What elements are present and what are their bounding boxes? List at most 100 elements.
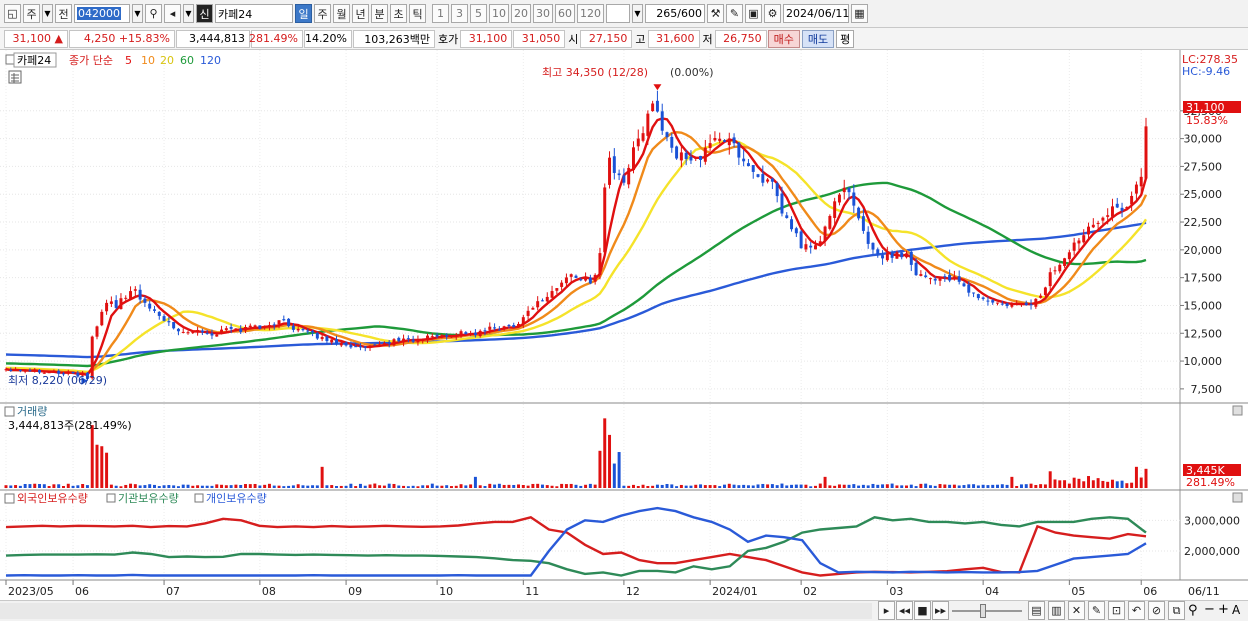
volume-bar xyxy=(679,484,683,488)
volume-panel-menu-icon[interactable] xyxy=(4,406,15,417)
edit-icon[interactable]: ✎ xyxy=(1088,601,1105,620)
volume-bar xyxy=(684,485,688,488)
speaker-icon[interactable]: ◂ xyxy=(164,4,181,23)
stop-icon[interactable]: ■ xyxy=(914,601,931,620)
interval-30[interactable]: 30 xyxy=(533,4,553,23)
undo-icon[interactable]: ↶ xyxy=(1128,601,1145,620)
search-icon[interactable]: ⚲ xyxy=(145,4,162,23)
interval-10[interactable]: 10 xyxy=(489,4,509,23)
buy-button[interactable]: 매수 xyxy=(767,29,800,48)
zoom-icon[interactable]: ⚲ xyxy=(1188,603,1198,618)
holding-panel-menu-icon[interactable] xyxy=(4,493,15,504)
scroll-right-icon[interactable]: ▸ xyxy=(878,601,895,620)
first-page-icon[interactable]: ◂◂ xyxy=(896,601,914,620)
prev-button[interactable]: 전 xyxy=(55,4,72,23)
split-icon[interactable]: ▥ xyxy=(1048,601,1065,620)
drawing-icon[interactable]: ✎ xyxy=(726,4,743,23)
zoom-slider-handle[interactable] xyxy=(980,604,986,618)
interval-20[interactable]: 20 xyxy=(511,4,531,23)
volume-bar xyxy=(948,484,952,488)
last-page-icon[interactable]: ▸▸ xyxy=(932,601,950,620)
period-year[interactable]: 년 xyxy=(352,4,369,23)
lock-icon[interactable]: ⊡ xyxy=(1108,601,1125,620)
candle-body xyxy=(536,301,540,308)
period-week[interactable]: 주 xyxy=(314,4,331,23)
candle-body xyxy=(521,317,525,325)
volume-bar xyxy=(962,485,966,488)
period-minute[interactable]: 분 xyxy=(371,4,388,23)
candle-body xyxy=(1115,203,1119,208)
volume-bar xyxy=(713,485,717,488)
candle-body xyxy=(962,283,966,287)
chevron-down-icon[interactable]: ▼ xyxy=(132,4,143,23)
volume-bar xyxy=(694,484,698,488)
candle-body xyxy=(981,297,985,299)
candle-body xyxy=(157,311,161,316)
sell-button[interactable]: 매도 xyxy=(801,29,835,48)
candle-body xyxy=(627,167,631,185)
chevron-down-icon[interactable]: ▼ xyxy=(632,4,643,23)
scroll-track[interactable] xyxy=(0,603,872,619)
link-icon[interactable]: ⊘ xyxy=(1148,601,1165,620)
copy-icon[interactable]: ⧉ xyxy=(1168,601,1185,620)
period-second[interactable]: 초 xyxy=(390,4,407,23)
period-day[interactable]: 일 xyxy=(295,4,312,23)
interval-120[interactable]: 120 xyxy=(577,4,604,23)
candle-body xyxy=(631,147,635,171)
window-icon[interactable]: ◱ xyxy=(4,4,21,23)
candle-body xyxy=(646,113,650,136)
cross-icon[interactable]: ✕ xyxy=(1068,601,1085,620)
candle-body xyxy=(914,262,918,276)
zoom-slider[interactable] xyxy=(952,610,1022,612)
candle-body xyxy=(531,307,535,310)
interval-3[interactable]: 3 xyxy=(451,4,468,23)
candle-body xyxy=(1058,264,1062,272)
chart-area[interactable]: 32,50030,00027,50025,00022,50020,00017,5… xyxy=(0,50,1248,600)
trade-amount: 103,263백만 xyxy=(353,29,435,48)
chevron-down-icon[interactable]: ▼ xyxy=(42,4,53,23)
volume-bar xyxy=(1082,481,1086,488)
average-button[interactable]: 평 xyxy=(836,29,855,48)
candle-body xyxy=(167,321,171,323)
legend-separator-icon xyxy=(194,493,204,503)
candle-body xyxy=(430,336,434,338)
candle-body xyxy=(574,275,578,278)
layout-icon[interactable]: ▤ xyxy=(1028,601,1045,620)
candle-body xyxy=(612,156,616,173)
candle-body xyxy=(723,140,726,142)
zoom-in-icon[interactable]: + xyxy=(1218,602,1229,617)
interval-custom-input[interactable] xyxy=(606,4,630,23)
candle-body xyxy=(579,279,583,281)
save-icon[interactable]: ▣ xyxy=(745,4,762,23)
interval-60[interactable]: 60 xyxy=(555,4,575,23)
unit-button[interactable]: 주 xyxy=(23,4,40,23)
volume-bar xyxy=(488,483,492,488)
candle-body xyxy=(665,132,669,138)
x-tick-label: 08 xyxy=(262,585,276,598)
candle-body xyxy=(306,330,310,332)
zoom-out-icon[interactable]: − xyxy=(1204,602,1215,617)
stock-code-input[interactable]: 042000 xyxy=(74,4,130,23)
candle-body xyxy=(296,328,300,331)
stock-name-input[interactable]: 카페24 xyxy=(215,4,293,23)
date-input[interactable]: 2024/06/11 xyxy=(783,4,849,23)
gear-icon[interactable]: ⚙ xyxy=(764,4,781,23)
volume-bar xyxy=(617,452,621,488)
volume-panel-close-icon[interactable] xyxy=(1232,405,1243,416)
new-badge[interactable]: 신 xyxy=(196,4,213,23)
interval-5[interactable]: 5 xyxy=(470,4,487,23)
candle-body xyxy=(301,329,305,331)
calendar-icon[interactable]: ▦ xyxy=(851,4,868,23)
tool-icon[interactable]: ⚒ xyxy=(707,4,724,23)
period-month[interactable]: 월 xyxy=(333,4,350,23)
bar-count-input[interactable]: 265/600 xyxy=(645,4,705,23)
text-size-icon[interactable]: A xyxy=(1232,603,1240,617)
chevron-down-icon[interactable]: ▼ xyxy=(183,4,194,23)
period-tick[interactable]: 틱 xyxy=(409,4,426,23)
volume-bar xyxy=(411,485,415,488)
legend-separator-icon xyxy=(106,493,116,503)
volume-bar xyxy=(459,484,463,488)
interval-1[interactable]: 1 xyxy=(432,4,449,23)
holding-panel-close-icon[interactable] xyxy=(1232,492,1243,503)
volume-bar xyxy=(1077,478,1081,488)
